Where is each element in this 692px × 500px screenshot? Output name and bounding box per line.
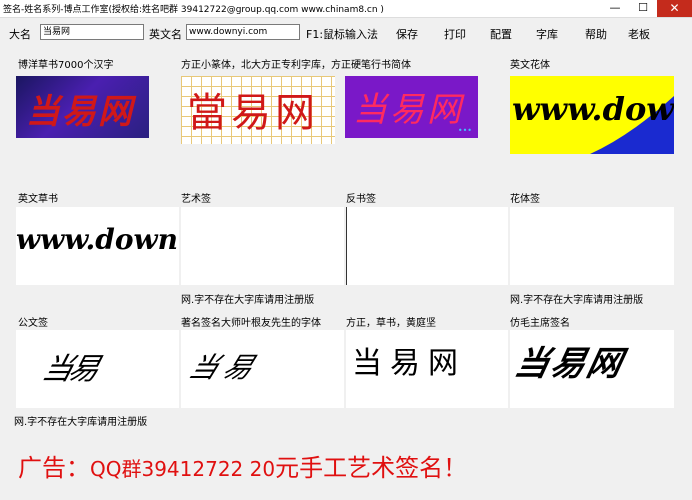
- sig-preview-boyang[interactable]: 当易网: [16, 76, 149, 138]
- ad-banner: 广告：QQ群39412722 20元手工艺术签名！: [18, 448, 467, 483]
- sig-preview-official[interactable]: 当易: [16, 330, 179, 408]
- name-label: 大名: [9, 28, 31, 41]
- sig-preview-fancy-sign[interactable]: [510, 207, 674, 285]
- art-sign-note: 网.字不存在大字库请用注册版: [181, 295, 315, 306]
- fancy-sign-note: 网.字不存在大字库请用注册版: [510, 295, 644, 306]
- minimize-icon[interactable]: —: [601, 0, 629, 17]
- ad-suffix: 元手工艺术签名！: [275, 454, 468, 482]
- ad-prefix: 广告：: [18, 454, 90, 482]
- sig-text-english-fancy: www.dow: [512, 90, 674, 128]
- label-fangzheng-seal: 方正小篆体，北大方正专利字库，方正硬笔行书简体: [181, 60, 411, 71]
- label-mirror-sign: 反书签: [346, 194, 376, 205]
- sig-preview-huang-tingjian[interactable]: 当易网: [346, 330, 508, 408]
- label-official-sign: 公文签: [18, 318, 48, 329]
- save-button[interactable]: 保存: [396, 26, 418, 42]
- english-name-input[interactable]: www.downyi.com: [186, 24, 300, 40]
- sig-preview-english-cursive[interactable]: www.down: [16, 207, 179, 285]
- name-input[interactable]: 当易网: [40, 24, 144, 40]
- sig-preview-mao[interactable]: 当易网: [510, 330, 674, 408]
- sig-text-hardpen: 当易网: [353, 90, 464, 130]
- sig-preview-seal[interactable]: 當易网: [181, 76, 335, 144]
- sig-text-boyang: 当易网: [26, 92, 134, 132]
- label-boyang-cursive: 博洋草书7000个汉字: [18, 60, 114, 71]
- maximize-icon[interactable]: ☐: [629, 0, 657, 17]
- config-button[interactable]: 配置: [490, 26, 512, 42]
- title-bar: 签名-姓名系列-博点工作室(授权给:姓名吧群 39412722@group.qq…: [0, 0, 692, 18]
- sig-text-ye-genyou: 当易: [184, 351, 265, 384]
- sig-text-huang-tingjian: 当易网: [352, 346, 466, 381]
- sig-text-official: 当易: [38, 352, 100, 387]
- label-english-cursive: 英文草书: [18, 194, 58, 205]
- label-english-fancy: 英文花体: [510, 60, 550, 71]
- label-huang-tingjian: 方正，草书，黄庭坚: [346, 318, 436, 329]
- label-fancy-sign: 花体签: [510, 194, 540, 205]
- print-button[interactable]: 打印: [444, 26, 466, 42]
- bottom-note: 网.字不存在大字库请用注册版: [14, 417, 148, 428]
- boss-button[interactable]: 老板: [628, 26, 650, 42]
- window-title: 签名-姓名系列-博点工作室(授权给:姓名吧群 39412722@group.qq…: [3, 5, 384, 15]
- ad-middle: QQ群39412722 20: [90, 457, 276, 481]
- help-button[interactable]: 帮助: [585, 26, 607, 42]
- ime-hint-button[interactable]: F1:鼠标输入法: [306, 26, 378, 42]
- english-name-label: 英文名: [149, 28, 182, 41]
- label-ye-genyou: 著名签名大师叶根友先生的字体: [181, 318, 321, 329]
- close-icon[interactable]: ✕: [657, 0, 692, 17]
- font-lib-button[interactable]: 字库: [536, 26, 558, 42]
- label-mao-sign: 仿毛主席签名: [510, 318, 570, 329]
- sig-text-seal: 當易网: [187, 90, 319, 136]
- sig-preview-ye-genyou[interactable]: 当易: [181, 330, 344, 408]
- dots-icon: •••: [457, 126, 472, 135]
- sig-preview-art-sign[interactable]: [181, 207, 344, 285]
- label-art-sign: 艺术签: [181, 194, 211, 205]
- sig-preview-english-fancy[interactable]: www.dow: [510, 76, 674, 154]
- sig-preview-hardpen[interactable]: 当易网 •••: [345, 76, 478, 138]
- sig-preview-mirror-sign[interactable]: [346, 207, 508, 285]
- sig-text-english-cursive: www.down: [16, 223, 178, 256]
- sig-text-mao: 当易网: [511, 344, 628, 384]
